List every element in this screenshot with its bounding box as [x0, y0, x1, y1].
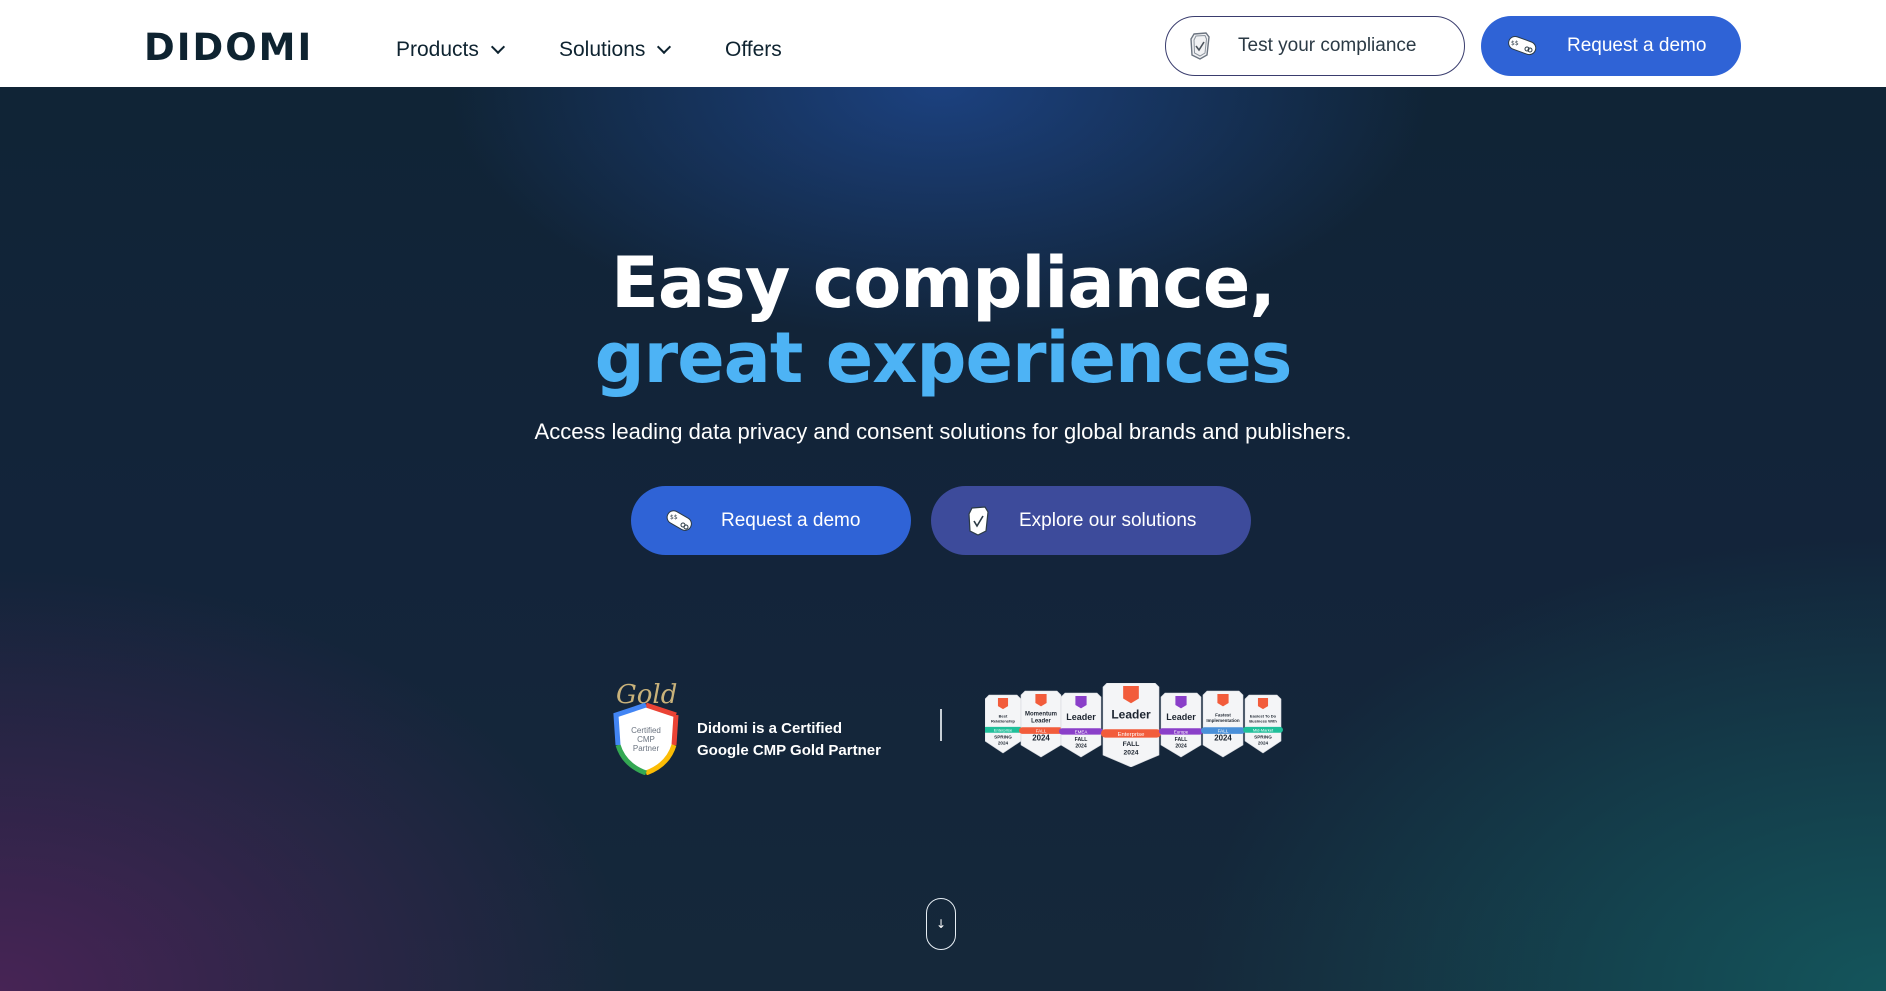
g2-badge: Leader Enterprise FALL2024	[1101, 683, 1161, 767]
g2-badge-title: Implementation	[1206, 718, 1240, 723]
g2-badge: Leader Europe FALL2024	[1159, 692, 1203, 758]
badges-divider	[940, 709, 942, 741]
shield-check-icon	[1190, 32, 1210, 60]
g2-badge: Leader EMEA FALL2024	[1059, 692, 1103, 758]
hero-section: Easy compliance, great experiences Acces…	[0, 87, 1886, 991]
g2-badge-season: 2024	[1258, 740, 1269, 745]
hero-request-demo-button[interactable]: $$ Request a demo	[631, 486, 911, 555]
chevron-down-icon	[490, 39, 505, 55]
g2-badge-title: Leader	[1111, 707, 1151, 721]
nav-item-offers[interactable]: Offers	[725, 38, 782, 62]
g2-badge-band-label: EMEA	[1075, 729, 1088, 734]
g2-badge: FastestImplementationFALL2024	[1201, 690, 1245, 758]
g2-badge-title: Business With	[1249, 718, 1277, 723]
hero-request-demo-label: Request a demo	[721, 509, 861, 531]
svg-text:$$: $$	[670, 514, 678, 521]
certification-text: Didomi is a Certified Google CMP Gold Pa…	[697, 718, 881, 762]
nav-request-demo-label: Request a demo	[1567, 35, 1707, 56]
g2-badge: MomentumLeaderFALL2024	[1019, 690, 1063, 758]
nav-item-solutions[interactable]: Solutions	[559, 38, 672, 62]
arrow-down-icon: ↓	[935, 917, 947, 931]
hero-subtitle: Access leading data privacy and consent …	[534, 419, 1352, 444]
explore-solutions-button[interactable]: Explore our solutions	[931, 486, 1251, 555]
badge-line-certified: Certified	[631, 726, 661, 735]
g2-badge-season: 2024	[1175, 743, 1187, 749]
g2-badge-title: Momentum	[1025, 712, 1057, 718]
g2-badge-band-label: Enterprise	[1118, 732, 1145, 738]
google-cmp-gold-badge: Gold Certified CMP Partner	[613, 680, 679, 775]
certification-line1: Didomi is a Certified	[697, 720, 843, 737]
test-compliance-label: Test your compliance	[1238, 35, 1417, 56]
g2-badge-season: SPRING	[1254, 735, 1272, 740]
nav-item-label: Products	[396, 38, 479, 61]
g2-badge: BestRelationshipEnterpriseSPRING2024	[985, 694, 1023, 754]
test-compliance-button[interactable]: Test your compliance	[1165, 16, 1465, 76]
g2-badge-season: 2024	[998, 740, 1009, 745]
g2-badge-season: FALL	[1123, 741, 1140, 748]
svg-text:$$: $$	[1511, 40, 1519, 47]
g2-badge-band-label: Enterprise	[994, 728, 1013, 733]
g2-badge-season: 2024	[1075, 743, 1087, 749]
g2-badge-title: Leader	[1031, 719, 1051, 725]
explore-solutions-label: Explore our solutions	[1019, 509, 1197, 531]
chevron-down-icon	[657, 39, 672, 55]
hero-title-line1: Easy compliance,	[611, 242, 1276, 324]
top-navigation: DIDOMI Products Solutions Offers Test yo…	[0, 0, 1886, 87]
g2-badge-title: Leader	[1166, 712, 1196, 722]
g2-badge-title: Relationship	[991, 718, 1016, 723]
badge-line-partner: Partner	[633, 744, 660, 753]
g2-badges-row: BestRelationshipEnterpriseSPRING2024Mome…	[985, 683, 1283, 767]
g2-badge-season: 2024	[1124, 749, 1139, 756]
g2-badge-title: Fastest	[1215, 712, 1231, 717]
g2-badge-season: FALL	[1175, 737, 1188, 743]
g2-badge: Easiest To DoBusiness WithMid-MarketSPRI…	[1243, 694, 1283, 754]
g2-badge-season: 2024	[1214, 734, 1232, 743]
g2-badge-band-label: Mid-Market	[1253, 728, 1274, 733]
scroll-down-indicator[interactable]: ↓	[926, 898, 956, 950]
g2-badge-title: Leader	[1066, 712, 1096, 722]
g2-badge-season: FALL	[1075, 737, 1088, 743]
certification-line2: Google CMP Gold Partner	[697, 742, 881, 759]
gamepad-icon: $$	[666, 509, 692, 531]
g2-badge-band-label: Europe	[1174, 729, 1189, 734]
shield-check-icon	[968, 505, 989, 536]
didomi-logo[interactable]: DIDOMI	[144, 26, 313, 69]
gamepad-icon: $$	[1508, 35, 1537, 56]
g2-badge-season: 2024	[1032, 734, 1050, 743]
hero-title-line2: great experiences	[594, 317, 1293, 399]
badge-line-cmp: CMP	[637, 735, 655, 744]
nav-item-products[interactable]: Products	[396, 38, 505, 62]
nav-item-label: Offers	[725, 38, 782, 61]
nav-item-label: Solutions	[559, 38, 646, 61]
nav-request-demo-button[interactable]: $$ Request a demo	[1481, 16, 1741, 76]
g2-badge-season: SPRING	[994, 735, 1012, 740]
